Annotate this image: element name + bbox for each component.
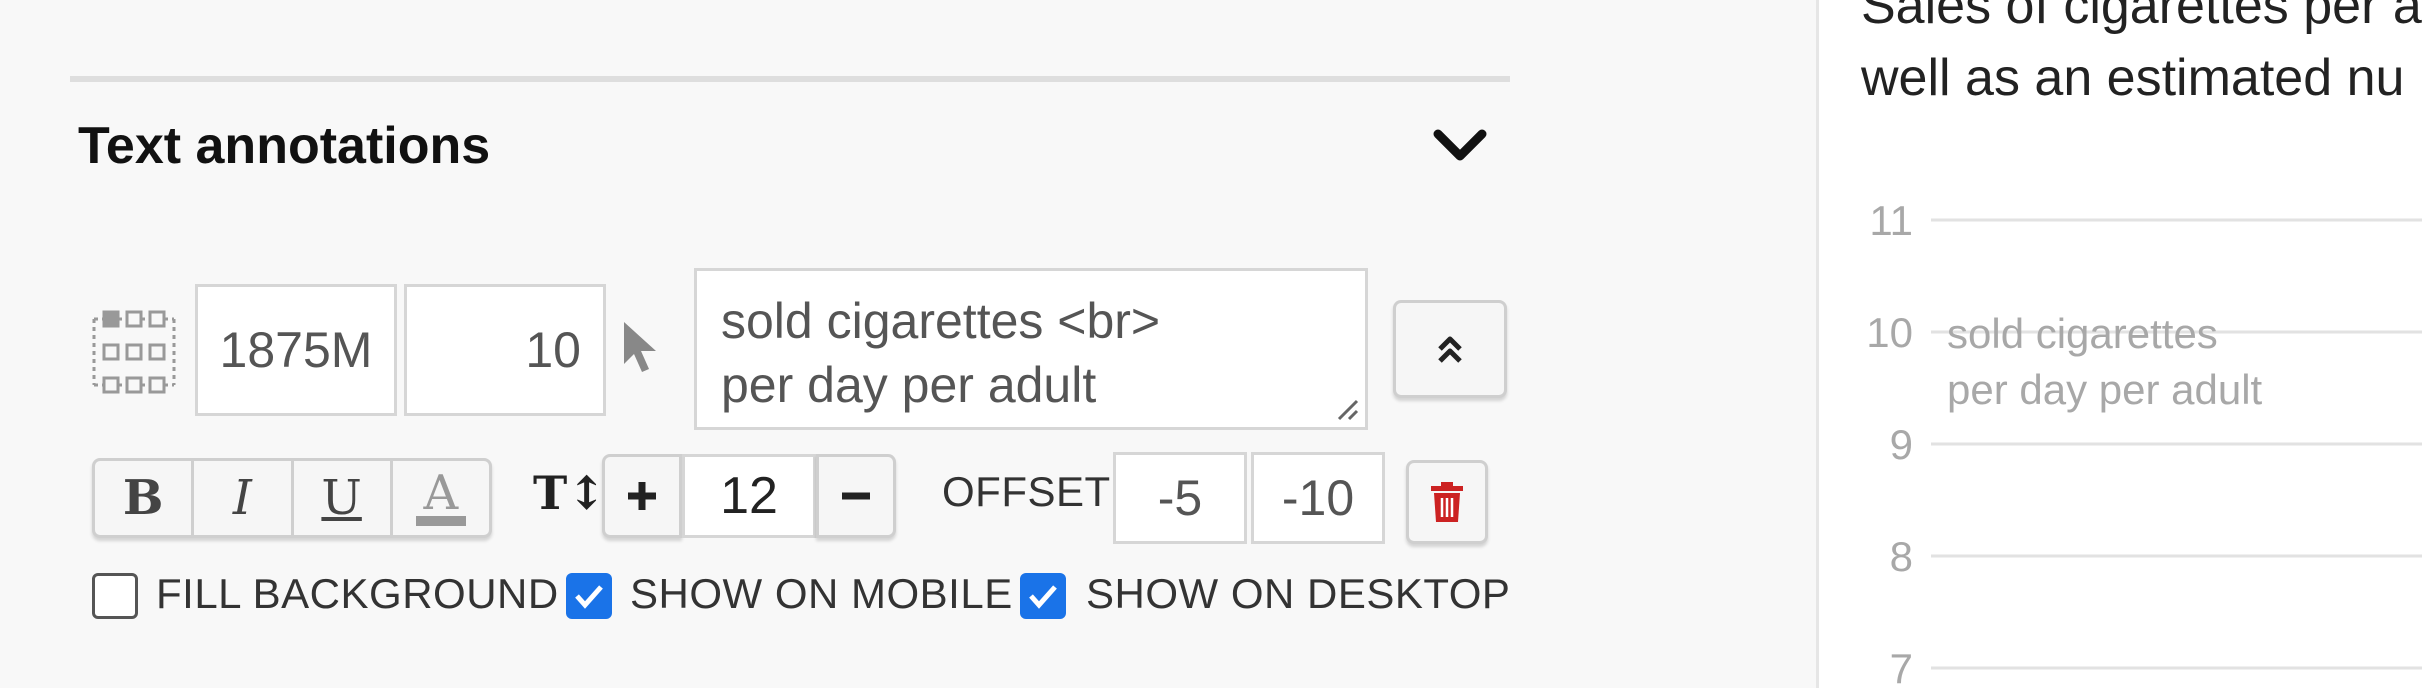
font-size-input[interactable]: 12 [682, 454, 816, 538]
y-tick-label: 11 [1869, 197, 1913, 244]
x-position-value: 1875M [219, 322, 373, 378]
anchor-position-icon [92, 310, 176, 394]
pick-position-cursor-icon[interactable] [620, 320, 660, 381]
offset-x-input[interactable]: -5 [1113, 452, 1247, 544]
y-tick-label: 7 [1890, 645, 1913, 688]
text-format-toolbar: B I U A [92, 458, 492, 538]
chart-preview: Sales of cigarettes per a well as an est… [1816, 0, 2422, 688]
chevron-down-icon [1433, 129, 1487, 161]
offset-label: OFFSET [942, 468, 1111, 515]
chart-annotation-text: sold cigarettes per day per adult [1947, 306, 2262, 418]
italic-button[interactable]: I [194, 461, 294, 535]
move-up-button[interactable] [1393, 300, 1507, 398]
chart-annotation-line2: per day per adult [1947, 366, 2263, 413]
text-color-button[interactable]: A [393, 461, 489, 535]
y-position-value: 10 [525, 322, 581, 378]
double-chevron-up-icon [1438, 336, 1462, 363]
checkmark-icon [1029, 585, 1057, 609]
y-tick-label: 8 [1890, 533, 1913, 580]
trash-icon [1431, 482, 1463, 522]
show-on-mobile-label: SHOW ON MOBILE [630, 570, 1013, 617]
plus-icon [628, 482, 656, 510]
x-position-input[interactable]: 1875M [195, 284, 397, 416]
offset-x-value: -5 [1157, 470, 1203, 526]
fill-background-checkbox[interactable] [92, 573, 138, 619]
section-divider [70, 76, 1510, 82]
y-position-input[interactable]: 10 [404, 284, 606, 416]
annotation-text-input[interactable]: sold cigarettes <br> per day per adult [694, 268, 1368, 430]
section-title: Text annotations [78, 117, 491, 175]
text-color-swatch [415, 516, 466, 526]
y-tick-label: 10 [1866, 309, 1913, 356]
offset-y-input[interactable]: -10 [1251, 452, 1385, 544]
font-size-value: 12 [720, 467, 778, 525]
underline-button[interactable]: U [294, 461, 393, 535]
annotation-text-value: sold cigarettes <br> per day per adult [721, 293, 1161, 413]
y-tick-label: 9 [1890, 421, 1913, 468]
fill-background-label: FILL BACKGROUND [156, 570, 559, 617]
collapse-section-button[interactable] [1420, 118, 1500, 178]
show-on-mobile-checkbox[interactable] [566, 573, 612, 619]
text-color-icon: A [423, 465, 459, 521]
offset-y-value: -10 [1281, 470, 1355, 526]
annotation-settings-panel: Text annotations 1875M 10 sold cigarette… [0, 0, 1816, 688]
increase-font-size-button[interactable] [602, 454, 682, 538]
resize-handle-icon[interactable] [1333, 395, 1359, 421]
cursor-arrow-icon [624, 322, 656, 372]
chart-annotation-line1: sold cigarettes [1947, 310, 2218, 357]
checkmark-icon [575, 585, 603, 609]
bold-button[interactable]: B [95, 461, 195, 535]
decrease-font-size-button[interactable] [816, 454, 896, 538]
show-on-desktop-checkbox[interactable] [1020, 573, 1066, 619]
minus-icon [842, 492, 870, 500]
delete-annotation-button[interactable] [1406, 460, 1488, 544]
position-grid-icon[interactable] [90, 308, 178, 401]
show-on-desktop-label: SHOW ON DESKTOP [1086, 570, 1511, 617]
text-size-icon: T↕ [533, 466, 606, 520]
